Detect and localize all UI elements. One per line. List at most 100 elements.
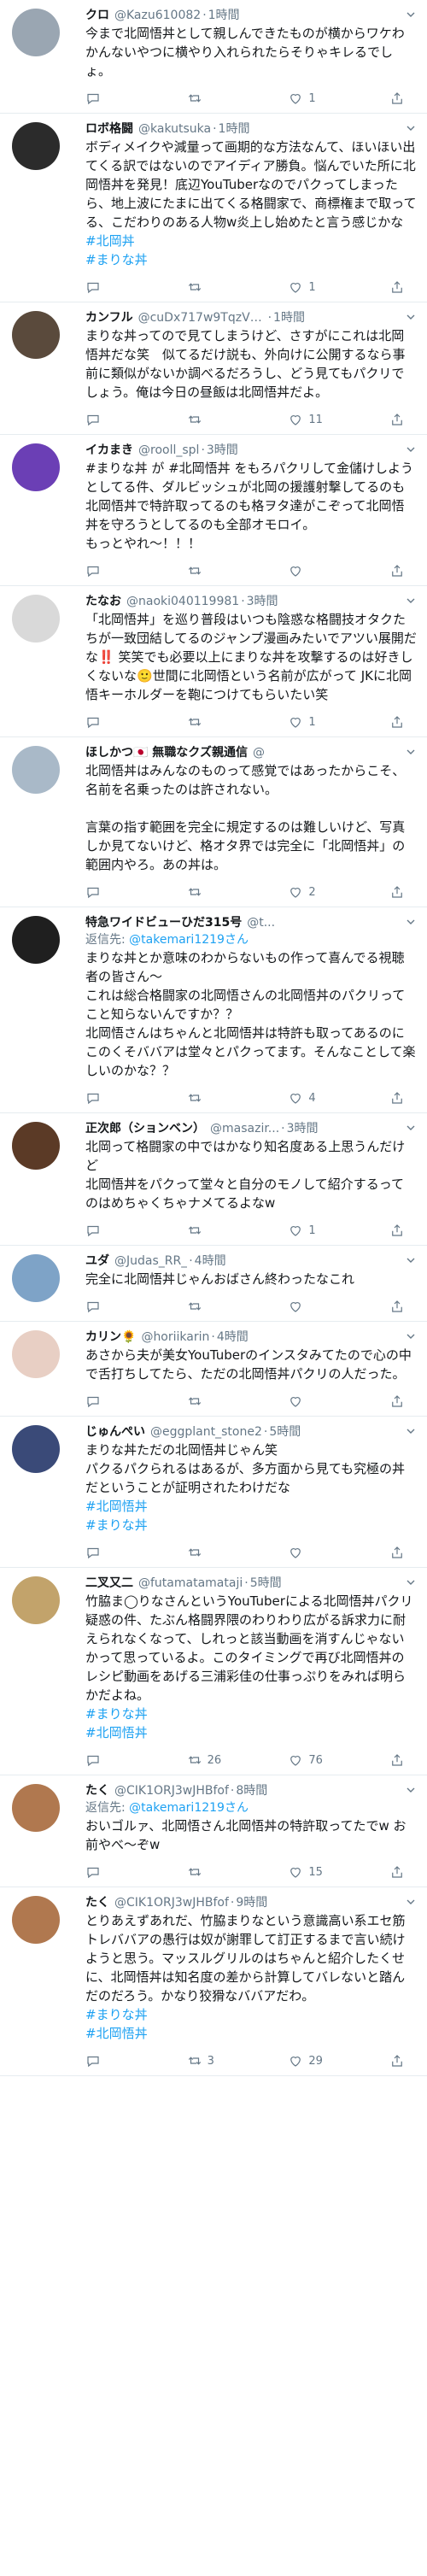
tweet[interactable]: たく @CIK1ORJ3wJHBfof · 8時間 返信先: @takemari… bbox=[0, 1775, 427, 1887]
like-button[interactable] bbox=[288, 1299, 348, 1314]
display-name[interactable]: たく bbox=[85, 1894, 109, 1911]
chevron-down-icon[interactable] bbox=[407, 1256, 415, 1265]
reply-button[interactable] bbox=[85, 412, 145, 427]
like-button[interactable]: 1 bbox=[288, 1223, 348, 1238]
user-handle[interactable]: @kakutsuka bbox=[138, 120, 211, 138]
tweet[interactable]: イカまき @rooll_spl · 3時間 #まりな丼 が #北岡悟丼 をもろパ… bbox=[0, 435, 427, 586]
reply-button[interactable] bbox=[85, 1545, 145, 1560]
tweet[interactable]: 特急ワイドビューひだ315号 @t... 返信先: @takemari1219さ… bbox=[0, 907, 427, 1113]
display-name[interactable]: 二叉又二 bbox=[85, 1575, 133, 1592]
share-button[interactable] bbox=[389, 91, 405, 106]
hashtag-link[interactable]: #まりな丼 bbox=[85, 1705, 417, 1723]
reply-button[interactable] bbox=[85, 1394, 145, 1409]
timestamp[interactable]: 5時間 bbox=[269, 1423, 301, 1441]
retweet-button[interactable]: 3 bbox=[187, 2053, 247, 2068]
like-button[interactable]: 1 bbox=[288, 714, 348, 730]
user-handle[interactable]: @CIK1ORJ3wJHBfof bbox=[114, 1782, 229, 1799]
retweet-button[interactable] bbox=[187, 279, 247, 295]
timestamp[interactable]: 3時間 bbox=[247, 593, 278, 610]
reply-button[interactable] bbox=[85, 1223, 145, 1238]
share-button[interactable] bbox=[389, 1394, 405, 1409]
avatar[interactable] bbox=[12, 311, 60, 359]
user-handle[interactable]: @rooll_spl bbox=[138, 442, 199, 459]
display-name[interactable]: イカまき bbox=[85, 442, 133, 459]
chevron-down-icon[interactable] bbox=[407, 596, 415, 605]
avatar[interactable] bbox=[12, 1784, 60, 1832]
retweet-button[interactable] bbox=[187, 91, 247, 106]
user-handle[interactable]: @Judas_RR_ bbox=[114, 1253, 187, 1270]
chevron-down-icon[interactable] bbox=[407, 1124, 415, 1132]
timestamp[interactable]: 1時間 bbox=[273, 309, 305, 326]
hashtag-link[interactable]: #北岡悟丼 bbox=[85, 2024, 417, 2043]
hashtag-link[interactable]: #北岡悟丼 bbox=[85, 1497, 417, 1516]
like-button[interactable]: 15 bbox=[288, 1864, 348, 1880]
chevron-down-icon[interactable] bbox=[407, 748, 415, 756]
chevron-down-icon[interactable] bbox=[407, 1898, 415, 1906]
user-handle[interactable]: @naoki040119981 bbox=[126, 593, 239, 610]
reply-button[interactable] bbox=[85, 91, 145, 106]
reply-to-link[interactable]: @takemari1219さん bbox=[129, 933, 249, 947]
hashtag-link[interactable]: #まりな丼 bbox=[85, 2005, 417, 2024]
retweet-button[interactable] bbox=[187, 412, 247, 427]
tweet[interactable]: ロボ格闘 @kakutsuka · 1時間 ボディメイクや減量って画期的な方法な… bbox=[0, 114, 427, 302]
avatar[interactable] bbox=[12, 1254, 60, 1302]
share-button[interactable] bbox=[389, 1864, 405, 1880]
tweet[interactable]: カリン🌻 @horiikarin · 4時間 あさから夫が美女YouTuberの… bbox=[0, 1322, 427, 1417]
chevron-down-icon[interactable] bbox=[407, 313, 415, 321]
display-name[interactable]: クロ bbox=[85, 7, 109, 24]
display-name[interactable]: 正次郎（ションベン） bbox=[85, 1120, 205, 1137]
user-handle[interactable]: @futamatamataji bbox=[138, 1575, 243, 1592]
tweet[interactable]: 正次郎（ションベン） @masazir... · 3時間 北岡って格闘家の中では… bbox=[0, 1113, 427, 1246]
retweet-button[interactable] bbox=[187, 1545, 247, 1560]
hashtag-link[interactable]: #まりな丼 bbox=[85, 250, 417, 269]
tweet[interactable]: じゅんぺい @eggplant_stone2 · 5時間 まりな丼ただの北岡悟丼… bbox=[0, 1417, 427, 1568]
like-button[interactable]: 2 bbox=[288, 884, 348, 900]
retweet-button[interactable] bbox=[187, 884, 247, 900]
tweet[interactable]: カンフル @cuDx717w9TqzVHU · 1時間 まりな丼ってので見てしま… bbox=[0, 302, 427, 435]
share-button[interactable] bbox=[389, 1223, 405, 1238]
chevron-down-icon[interactable] bbox=[407, 1578, 415, 1587]
like-button[interactable]: 1 bbox=[288, 91, 348, 106]
display-name[interactable]: たく bbox=[85, 1782, 109, 1799]
chevron-down-icon[interactable] bbox=[407, 445, 415, 454]
like-button[interactable]: 11 bbox=[288, 412, 348, 427]
avatar[interactable] bbox=[12, 1896, 60, 1944]
like-button[interactable]: 29 bbox=[288, 2053, 348, 2068]
share-button[interactable] bbox=[389, 279, 405, 295]
display-name[interactable]: カンフル bbox=[85, 309, 133, 326]
retweet-button[interactable] bbox=[187, 1864, 247, 1880]
retweet-button[interactable] bbox=[187, 1299, 247, 1314]
share-button[interactable] bbox=[389, 1090, 405, 1106]
timestamp[interactable]: 3時間 bbox=[207, 442, 238, 459]
display-name[interactable]: ユダ bbox=[85, 1253, 109, 1270]
chevron-down-icon[interactable] bbox=[407, 10, 415, 19]
chevron-down-icon[interactable] bbox=[407, 124, 415, 132]
like-button[interactable]: 76 bbox=[288, 1752, 348, 1768]
user-handle[interactable]: @masazir... bbox=[210, 1120, 279, 1137]
reply-button[interactable] bbox=[85, 884, 145, 900]
retweet-button[interactable] bbox=[187, 563, 247, 578]
share-button[interactable] bbox=[389, 714, 405, 730]
display-name[interactable]: ロボ格闘 bbox=[85, 120, 133, 138]
tweet[interactable]: ほしかつ🇯🇵 無職なクズ親通信 @ 北岡悟丼はみんなのものって感覚ではあったから… bbox=[0, 737, 427, 907]
timestamp[interactable]: 1時間 bbox=[219, 120, 250, 138]
avatar[interactable] bbox=[12, 443, 60, 491]
like-button[interactable] bbox=[288, 1545, 348, 1560]
user-handle[interactable]: @t... bbox=[247, 914, 275, 931]
avatar[interactable] bbox=[12, 1122, 60, 1170]
user-handle[interactable]: @ bbox=[253, 744, 265, 761]
avatar[interactable] bbox=[12, 9, 60, 56]
timestamp[interactable]: 1時間 bbox=[208, 7, 240, 24]
display-name[interactable]: たなお bbox=[85, 593, 121, 610]
hashtag-link[interactable]: #北岡悟丼 bbox=[85, 1723, 417, 1742]
tweet[interactable]: たなお @naoki040119981 · 3時間 「北岡悟丼」を巡り普段はいつ… bbox=[0, 586, 427, 737]
user-handle[interactable]: @horiikarin bbox=[141, 1329, 209, 1346]
avatar[interactable] bbox=[12, 1425, 60, 1473]
timestamp[interactable]: 4時間 bbox=[217, 1329, 249, 1346]
timestamp[interactable]: 3時間 bbox=[287, 1120, 319, 1137]
timestamp[interactable]: 9時間 bbox=[236, 1894, 267, 1911]
share-button[interactable] bbox=[389, 1545, 405, 1560]
share-button[interactable] bbox=[389, 2053, 405, 2068]
reply-button[interactable] bbox=[85, 714, 145, 730]
hashtag-link[interactable]: #まりな丼 bbox=[85, 1516, 417, 1534]
